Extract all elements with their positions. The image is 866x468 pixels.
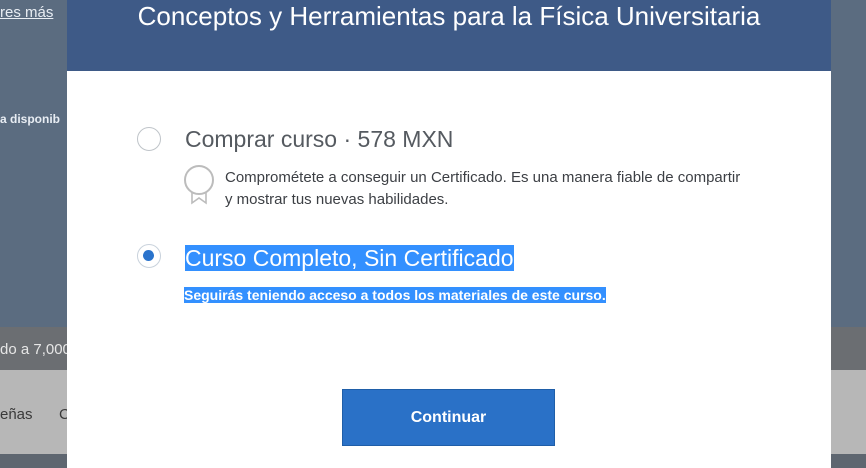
modal-title: Conceptos y Herramientas para la Física … [137,1,761,31]
audit-course-title[interactable]: Curso Completo, Sin Certificado [185,245,514,271]
audit-course-description: Seguirás teniendo acceso a todos los mat… [184,287,606,303]
continue-button[interactable]: Continuar [342,389,555,446]
buy-course-title[interactable]: Comprar curso · 578 MXN [185,126,453,153]
learn-more-link[interactable]: res más [0,4,53,21]
availability-text: a disponib [0,112,60,126]
enrolled-count-text: do a 7,000 [0,341,71,358]
buy-course-description: Comprométete a conseguir un Certificado.… [225,169,741,208]
buy-course-radio[interactable] [137,127,161,151]
certificate-ribbon-icon [184,165,214,205]
enrollment-modal: Conceptos y Herramientas para la Física … [67,0,831,468]
nav-item-reviews[interactable]: eñas [0,406,33,423]
modal-header: Conceptos y Herramientas para la Física … [67,0,831,71]
audit-course-radio[interactable] [137,244,161,268]
